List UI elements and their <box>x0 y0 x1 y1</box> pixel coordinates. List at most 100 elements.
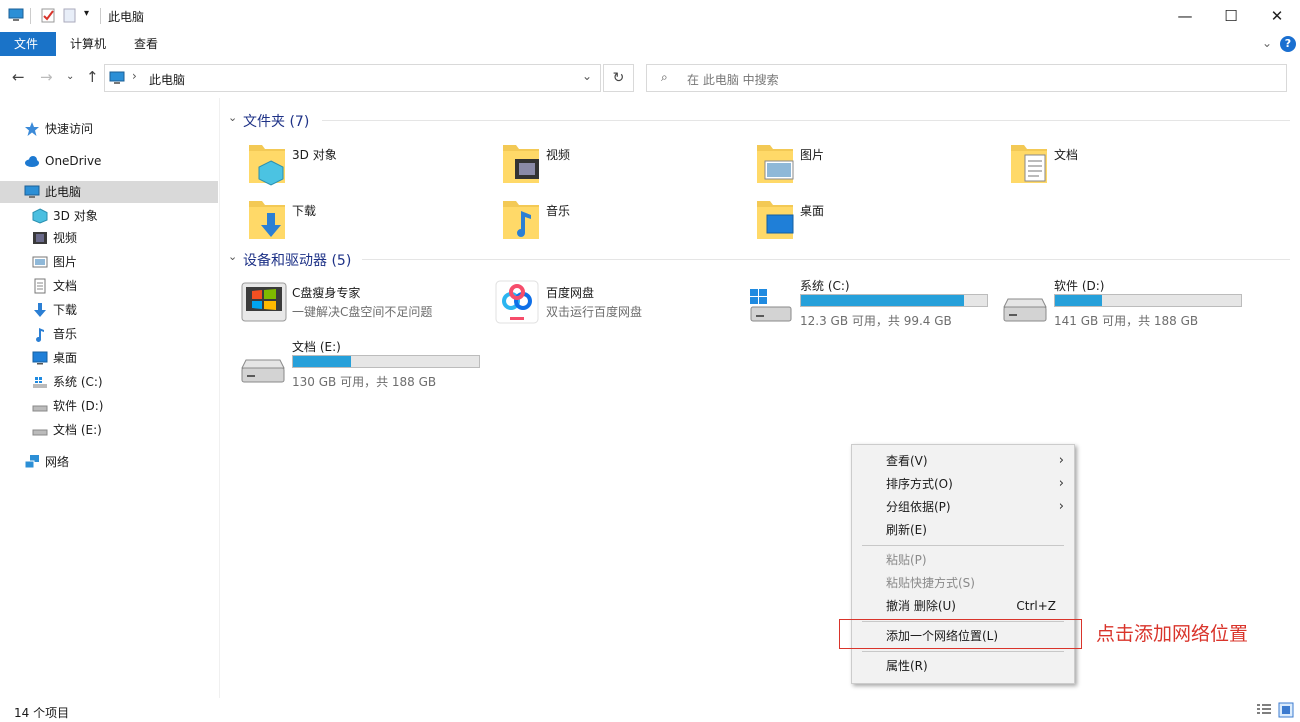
drive-usage-bar <box>292 355 480 368</box>
customize-quick-access-icon[interactable]: ▾ <box>84 8 89 19</box>
sidebar-item-label: 文档 (E:) <box>53 423 102 437</box>
help-icon[interactable]: ? <box>1280 36 1296 52</box>
folder-music[interactable]: 音乐 <box>501 197 751 253</box>
app-c-drive-cleaner[interactable]: C盘瘦身专家 一键解决C盘空间不足问题 <box>240 282 490 340</box>
forward-icon[interactable]: → <box>40 68 53 86</box>
computer-icon <box>8 8 24 21</box>
app-subtitle: 双击运行百度网盘 <box>546 305 643 319</box>
drive-info: 12.3 GB 可用，共 99.4 GB <box>800 314 952 328</box>
details-view-icon[interactable] <box>1256 703 1272 717</box>
address-dropdown-icon[interactable]: ⌄ <box>582 69 592 83</box>
maximize-button[interactable]: ☐ <box>1208 0 1254 32</box>
menu-item-sort-by[interactable]: 排序方式(O) › <box>852 473 1074 495</box>
sidebar-item-pictures[interactable]: 图片 <box>0 251 218 273</box>
address-bar[interactable]: › 此电脑 ⌄ <box>104 64 601 92</box>
app-subtitle: 一键解决C盘空间不足问题 <box>292 305 433 319</box>
sidebar-item-3d-objects[interactable]: 3D 对象 <box>0 205 218 227</box>
menu-item-refresh[interactable]: 刷新(E) <box>852 519 1074 541</box>
status-bar: 14 个项目 <box>0 698 1300 722</box>
sidebar-item-videos[interactable]: 视频 <box>0 227 218 249</box>
video-folder-icon <box>503 145 539 183</box>
sidebar-item-onedrive[interactable]: OneDrive <box>0 150 218 172</box>
address-text[interactable]: 此电脑 <box>149 71 185 88</box>
sidebar-item-this-pc[interactable]: 此电脑 <box>0 181 218 203</box>
menu-item-shortcut: Ctrl+Z <box>1016 599 1056 613</box>
refresh-button[interactable]: ↻ <box>603 64 634 92</box>
submenu-arrow-icon: › <box>1058 499 1064 514</box>
menu-item-label: 属性(R) <box>886 659 928 673</box>
minimize-button[interactable]: — <box>1162 0 1208 32</box>
folder-downloads[interactable]: 下载 <box>247 197 497 253</box>
drive-usage-fill <box>1055 295 1102 306</box>
sidebar-item-downloads[interactable]: 下载 <box>0 299 218 321</box>
devices-group-header[interactable]: 设备和驱动器 (5) <box>243 250 351 270</box>
desktop-folder-icon <box>757 201 794 239</box>
sidebar-item-quick-access[interactable]: 快速访问 <box>0 118 218 140</box>
menu-item-paste-shortcut[interactable]: 粘贴快捷方式(S) <box>852 572 1074 594</box>
drive-info: 130 GB 可用，共 188 GB <box>292 375 437 389</box>
expand-ribbon-icon[interactable]: ⌄ <box>1262 36 1272 50</box>
sidebar-item-label: 软件 (D:) <box>53 399 104 413</box>
collapse-folders-icon[interactable]: ⌄ <box>228 111 237 124</box>
collapse-devices-icon[interactable]: ⌄ <box>228 250 237 263</box>
search-placeholder: 在 此电脑 中搜索 <box>687 73 779 87</box>
sidebar-item-label: 音乐 <box>53 327 78 341</box>
tab-view[interactable]: 查看 <box>120 32 172 56</box>
sidebar-item-label: 3D 对象 <box>53 209 98 223</box>
folders-group-header[interactable]: 文件夹 (7) <box>243 111 309 131</box>
document-icon <box>34 278 46 294</box>
menu-item-paste[interactable]: 粘贴(P) <box>852 549 1074 571</box>
drive-usage-bar <box>1054 294 1242 307</box>
drive-icon <box>1003 298 1047 322</box>
close-button[interactable]: ✕ <box>1254 0 1300 32</box>
menu-item-undo-delete[interactable]: 撤消 删除(U) Ctrl+Z <box>852 595 1074 617</box>
new-folder-icon[interactable] <box>62 7 78 23</box>
sidebar-item-desktop[interactable]: 桌面 <box>0 347 218 369</box>
search-input[interactable]: ⌕ 在 此电脑 中搜索 <box>646 64 1287 92</box>
sidebar-item-label: 桌面 <box>53 351 78 365</box>
baidu-netdisk-icon <box>495 280 539 324</box>
folder-documents[interactable]: 文档 <box>1009 141 1259 197</box>
folder-label: 音乐 <box>546 204 571 218</box>
folder-label: 文档 <box>1054 148 1079 162</box>
app-baidu-netdisk[interactable]: 百度网盘 双击运行百度网盘 <box>494 280 744 340</box>
drive-info: 141 GB 可用，共 188 GB <box>1054 314 1199 328</box>
sidebar-item-music[interactable]: 音乐 <box>0 323 218 345</box>
windows-drive-icon <box>750 289 792 322</box>
drive-d[interactable]: 软件 (D:) 141 GB 可用，共 188 GB <box>1002 277 1252 333</box>
sidebar-item-label: 网络 <box>45 455 70 469</box>
drive-e[interactable]: 文档 (E:) 130 GB 可用，共 188 GB <box>240 338 490 394</box>
sidebar-item-documents[interactable]: 文档 <box>0 275 218 297</box>
menu-item-view[interactable]: 查看(V) › <box>852 450 1074 472</box>
title-bar: ▾ 此电脑 — ☐ ✕ <box>0 0 1300 32</box>
drive-c[interactable]: 系统 (C:) 12.3 GB 可用，共 99.4 GB <box>748 277 998 333</box>
folder-videos[interactable]: 视频 <box>501 141 751 197</box>
sidebar-item-network[interactable]: 网络 <box>0 451 218 473</box>
tab-file[interactable]: 文件 <box>0 32 56 56</box>
sidebar-item-drive-e[interactable]: 文档 (E:) <box>0 419 218 441</box>
computer-icon <box>109 71 125 84</box>
drive-usage-bar <box>800 294 988 307</box>
navigation-pane: 快速访问 OneDrive 此电脑 3D 对象 视频 图片 文档 下载 音乐 桌… <box>0 98 220 698</box>
recent-locations-icon[interactable]: ⌄ <box>66 71 74 82</box>
group-divider <box>322 120 1290 121</box>
breadcrumb-chevron-icon[interactable]: › <box>132 69 137 83</box>
sidebar-item-drive-c[interactable]: 系统 (C:) <box>0 371 218 393</box>
sidebar-item-drive-d[interactable]: 软件 (D:) <box>0 395 218 417</box>
tab-computer[interactable]: 计算机 <box>56 32 120 56</box>
folder-3d-objects[interactable]: 3D 对象 <box>247 141 497 197</box>
menu-item-properties[interactable]: 属性(R) <box>852 655 1074 677</box>
folder-pictures[interactable]: 图片 <box>755 141 1005 197</box>
menu-item-group-by[interactable]: 分组依据(P) › <box>852 496 1074 518</box>
large-icons-view-icon[interactable] <box>1278 702 1294 718</box>
drive-icon <box>241 359 285 383</box>
menu-separator <box>862 545 1064 546</box>
drive-title: 系统 (C:) <box>800 279 850 293</box>
back-icon[interactable]: ← <box>12 68 25 86</box>
up-icon[interactable]: ↑ <box>86 68 99 86</box>
folder-label: 下载 <box>292 204 317 218</box>
properties-icon[interactable] <box>40 7 56 23</box>
folder-desktop[interactable]: 桌面 <box>755 197 1005 253</box>
star-icon <box>25 122 39 136</box>
sidebar-item-label: 快速访问 <box>45 122 94 136</box>
